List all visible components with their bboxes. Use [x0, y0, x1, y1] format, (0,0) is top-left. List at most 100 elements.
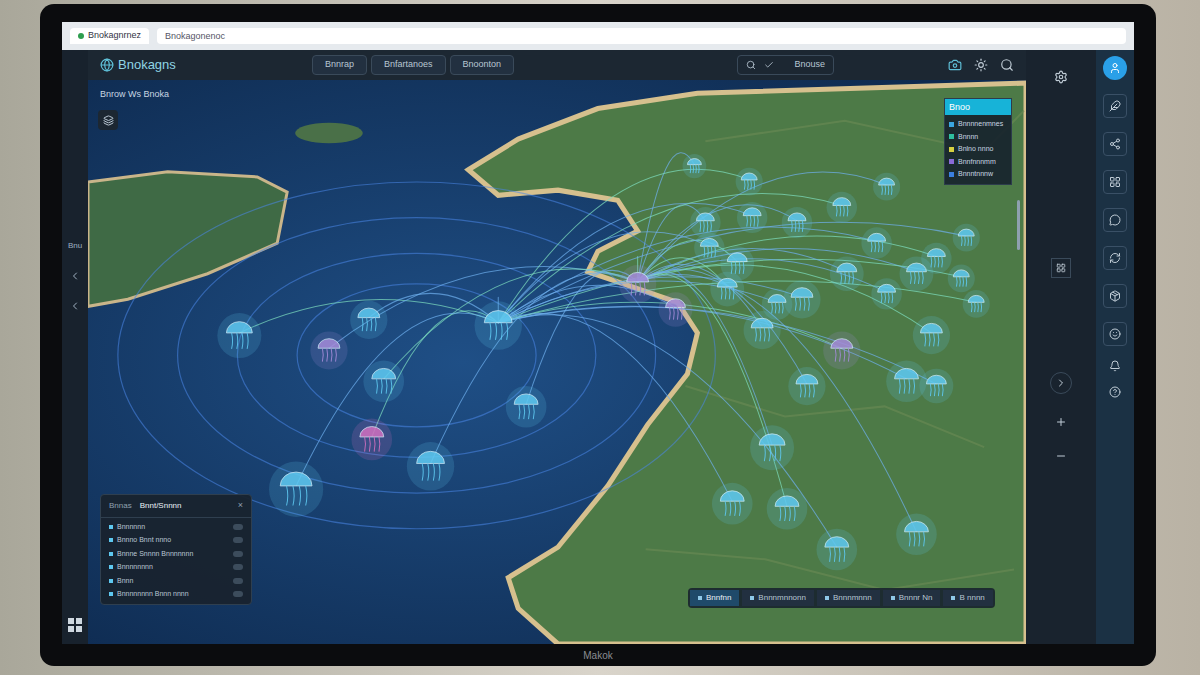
jellyfish-node[interactable]	[830, 256, 864, 291]
jellyfish-node[interactable]	[919, 369, 953, 404]
collapse-icon[interactable]	[69, 270, 81, 282]
row-checkbox[interactable]	[233, 524, 243, 530]
panel-row[interactable]: Bnnno Bnnt nnno	[109, 535, 243, 546]
jellyfish-node[interactable]	[350, 301, 387, 339]
panel-row[interactable]: Bnnn	[109, 576, 243, 587]
nav-button[interactable]: Bnfartanoes	[371, 55, 446, 75]
tool-button[interactable]	[1051, 258, 1071, 278]
search-group[interactable]: Bnouse	[737, 55, 834, 75]
jellyfish-node[interactable]	[900, 256, 934, 291]
row-checkbox[interactable]	[233, 537, 243, 543]
jellyfish-node[interactable]	[619, 265, 656, 303]
browser-tab[interactable]: Bnokagnrnez	[70, 28, 149, 44]
jellyfish-node[interactable]	[475, 301, 522, 350]
zoom-in-icon[interactable]	[1055, 416, 1067, 428]
legend-item[interactable]: Bnnnn	[949, 132, 1007, 143]
legend-item[interactable]: Bnlno nnno	[949, 144, 1007, 155]
panel-tab[interactable]: Bnnas	[109, 500, 132, 512]
legend-item[interactable]: Bnnnnenmnes	[949, 119, 1007, 130]
zoom-out-icon[interactable]	[1055, 450, 1067, 462]
panel-row[interactable]: Bnnnnnnnn	[109, 562, 243, 573]
jellyfish-node[interactable]	[896, 513, 937, 555]
row-checkbox[interactable]	[233, 564, 243, 570]
expand-button[interactable]	[1050, 372, 1072, 394]
legend-item[interactable]: Bnnntnnnw	[949, 169, 1007, 180]
jellyfish-node[interactable]	[953, 224, 980, 252]
panel-row[interactable]: Bnnnnnn	[109, 522, 243, 533]
sidebar-item[interactable]	[1103, 208, 1127, 232]
jellyfish-node[interactable]	[506, 386, 547, 428]
sidebar-item[interactable]	[1103, 170, 1127, 194]
windows-logo-icon[interactable]	[68, 618, 82, 632]
jellyfish-node[interactable]	[788, 367, 825, 405]
jellyfish-node[interactable]	[963, 290, 990, 318]
row-dot	[109, 592, 113, 596]
panel-tab[interactable]: Bnnt/Snnnn	[140, 500, 182, 512]
jellyfish-node[interactable]	[269, 461, 323, 516]
jellyfish-node[interactable]	[871, 278, 901, 309]
sidebar-item[interactable]	[1103, 56, 1127, 80]
legend-item[interactable]: Bnnfnnnmm	[949, 157, 1007, 168]
toolbar-button[interactable]: Bnnnr Nn	[883, 590, 941, 606]
jellyfish-node[interactable]	[736, 168, 763, 196]
panel-row[interactable]: Bnnne Snnnn Bnnnnnnn	[109, 549, 243, 560]
panel-close[interactable]: ×	[238, 499, 243, 513]
row-dot	[109, 579, 113, 583]
toolbar-button[interactable]: Bnnnmnnonn	[742, 590, 814, 606]
settings-icon[interactable]	[1054, 70, 1068, 84]
jellyfish-node[interactable]	[782, 207, 812, 238]
jellyfish-node[interactable]	[737, 202, 767, 233]
toolbar-button[interactable]: B nnnn	[943, 590, 992, 606]
sidebar-item[interactable]	[1103, 246, 1127, 270]
tool-column	[1026, 50, 1096, 644]
globe-icon	[100, 58, 114, 72]
panel-row[interactable]: Bnnnnnnnn Bnnn nnnn	[109, 589, 243, 600]
jellyfish-node[interactable]	[710, 272, 744, 307]
jellyfish-node[interactable]	[750, 425, 794, 470]
jellyfish-node[interactable]	[407, 442, 454, 491]
row-checkbox[interactable]	[233, 578, 243, 584]
jellyfish-node[interactable]	[816, 529, 857, 571]
jellyfish-node[interactable]	[861, 227, 891, 258]
row-checkbox[interactable]	[233, 591, 243, 597]
sidebar-item[interactable]	[1103, 132, 1127, 156]
jellyfish-node[interactable]	[744, 311, 781, 349]
jellyfish-node[interactable]	[767, 488, 808, 530]
connection-line	[498, 203, 752, 323]
sun-icon[interactable]	[974, 58, 988, 72]
toolbar-button[interactable]: Bnnfnn	[690, 590, 739, 606]
app-header: Bnokagns BnnrapBnfartanoesBnoonton Bnouse	[88, 50, 1026, 80]
orbit-line	[118, 182, 715, 529]
zoom-icon[interactable]	[1000, 58, 1014, 72]
nav-button[interactable]: Bnoonton	[450, 55, 515, 75]
rail-label: Bnu	[68, 240, 82, 252]
scrollbar[interactable]	[1017, 200, 1020, 250]
address-field[interactable]: Bnokagonenoc	[157, 28, 1126, 44]
jellyfish-node[interactable]	[694, 232, 724, 263]
sidebar-item[interactable]	[1103, 94, 1127, 118]
jellyfish-node[interactable]	[659, 292, 693, 327]
jellyfish-node[interactable]	[363, 360, 404, 402]
jellyfish-node[interactable]	[827, 192, 857, 223]
jellyfish-node[interactable]	[913, 316, 950, 354]
jellyfish-node[interactable]	[712, 483, 753, 525]
nav-button[interactable]: Bnnrap	[312, 55, 367, 75]
jellyfish-node[interactable]	[948, 265, 975, 293]
sidebar-item[interactable]	[1103, 322, 1127, 346]
camera-icon[interactable]	[948, 58, 962, 72]
jellyfish-node[interactable]	[351, 419, 392, 461]
bell-icon[interactable]	[1109, 360, 1121, 372]
jellyfish-node[interactable]	[683, 154, 707, 178]
help-icon[interactable]	[1109, 386, 1121, 398]
map-tool-button[interactable]	[98, 110, 118, 130]
jellyfish-node[interactable]	[873, 173, 900, 201]
row-checkbox[interactable]	[233, 551, 243, 557]
back-icon[interactable]	[69, 300, 81, 312]
jellyfish-node[interactable]	[823, 331, 860, 369]
sidebar-item[interactable]	[1103, 284, 1127, 308]
logo[interactable]: Bnokagns	[100, 55, 300, 75]
connection-line	[498, 169, 749, 322]
toolbar-button[interactable]: Bnnnmnnn	[817, 590, 880, 606]
jellyfish-node[interactable]	[217, 313, 261, 358]
jellyfish-node[interactable]	[310, 331, 347, 369]
